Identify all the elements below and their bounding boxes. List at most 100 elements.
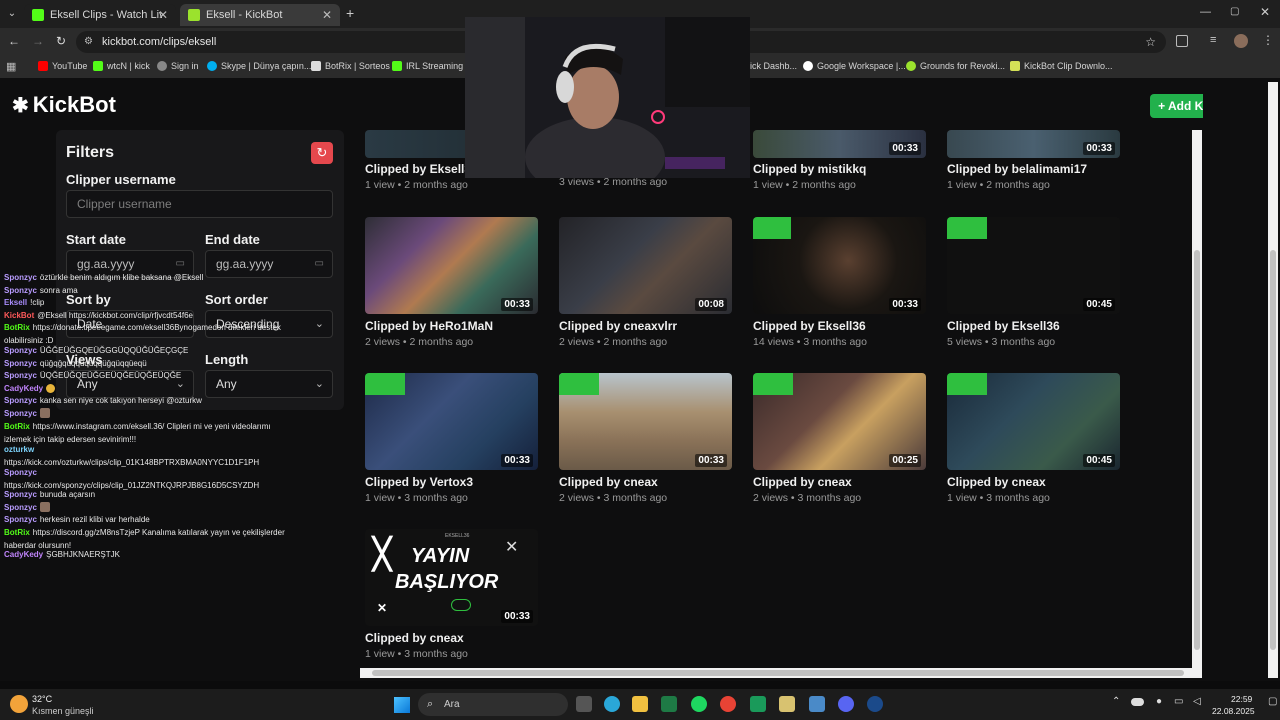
network-icon[interactable]: ▭ <box>1174 696 1183 707</box>
reset-filters-button[interactable]: ↻ <box>311 142 333 164</box>
browser-menu-icon[interactable]: ⋮ <box>1262 33 1274 47</box>
clock-date[interactable]: 22.08.2025 <box>1212 706 1255 716</box>
clip-duration: 00:33 <box>501 298 533 311</box>
clip-card[interactable]: 00:33 Clipped by mistikkq 1 view • 2 mon… <box>753 130 926 191</box>
bookmark-kickbot-downloader[interactable]: KickBot Clip Downlo... <box>1010 61 1113 71</box>
excel-icon[interactable] <box>661 696 677 712</box>
clip-thumbnail[interactable]: 00:45 <box>947 217 1120 314</box>
clipper-username-input[interactable]: Clipper username <box>66 190 333 218</box>
bookmark-google-workspace[interactable]: Google Workspace |... <box>803 61 906 71</box>
chat-message: CadyKedy <box>4 383 294 396</box>
clip-thumbnail[interactable]: 00:33 <box>753 130 926 158</box>
new-tab-icon[interactable]: + <box>346 5 354 21</box>
clip-thumbnail[interactable]: 00:33 <box>365 217 538 314</box>
minimize-icon[interactable]: — <box>1200 6 1211 18</box>
onedrive-icon[interactable] <box>1131 698 1144 706</box>
weather-temp[interactable]: 32°C <box>32 694 52 704</box>
content-vertical-scroll-thumb[interactable] <box>1194 250 1200 650</box>
page-vertical-scroll-thumb[interactable] <box>1270 250 1276 650</box>
chat-message: KickBot @Eksell https://kickbot.com/clip/… <box>4 310 193 320</box>
controller-icon <box>451 599 471 611</box>
clip-thumbnail[interactable]: ╳ ✕ EKSELL36 YAYIN BAŞLIYOR ✕ 00:33 <box>365 529 538 626</box>
microphone-icon[interactable]: ● <box>1156 696 1162 707</box>
clip-card[interactable]: 00:33 Clipped by belalimami17 1 view • 2… <box>947 130 1120 191</box>
chrome-icon[interactable] <box>720 696 736 712</box>
clip-title[interactable]: Clipped by mistikkq <box>753 162 926 176</box>
back-icon[interactable]: ← <box>8 34 20 48</box>
bookmark-irl-streaming[interactable]: IRL Streaming - L <box>392 61 476 71</box>
clip-card[interactable]: 00:33 Clipped by Vertox3 1 view • 3 mont… <box>365 373 538 504</box>
discord-icon[interactable] <box>838 696 854 712</box>
clip-title[interactable]: Clipped by cneax <box>559 475 732 489</box>
clip-thumbnail[interactable]: 00:33 <box>753 217 926 314</box>
clip-thumbnail[interactable]: 00:45 <box>947 373 1120 470</box>
bookmark-skype[interactable]: Skype | Dünya çapın... <box>207 61 311 71</box>
bookmark-grounds[interactable]: Grounds for Revoki... <box>906 61 1005 71</box>
reload-icon[interactable]: ↻ <box>56 34 66 48</box>
extensions-icon[interactable] <box>1176 35 1188 47</box>
clip-thumbnail[interactable]: 00:33 <box>947 130 1120 158</box>
bookmark-youtube[interactable]: YouTube <box>38 61 87 71</box>
tab-kick-clips[interactable]: Eksell Clips - Watch Live on Kick ✕ <box>24 4 176 26</box>
clip-card[interactable]: 00:33 Clipped by cneax 2 views • 3 month… <box>559 373 732 504</box>
site-info-icon[interactable]: ⚙ <box>84 31 93 53</box>
clip-card[interactable]: 00:45 Clipped by Eksell36 5 views • 3 mo… <box>947 217 1120 348</box>
kickbot-logo[interactable]: ✱ KickBot <box>12 92 116 118</box>
bookmark-sign-in[interactable]: Sign in <box>157 61 199 71</box>
file-explorer-icon[interactable] <box>632 696 648 712</box>
close-tab-icon[interactable]: ✕ <box>322 8 332 22</box>
weather-icon[interactable] <box>10 695 28 713</box>
tray-chevron-icon[interactable]: ⌃ <box>1112 696 1120 707</box>
tab-kickbot[interactable]: Eksell - KickBot ✕ <box>180 4 340 26</box>
clip-title[interactable]: Clipped by Vertox3 <box>365 475 538 489</box>
bookmark-kick-dashboard[interactable]: ick Dashb... <box>750 61 797 71</box>
forward-icon[interactable]: → <box>32 34 44 48</box>
clip-thumbnail[interactable]: 00:08 <box>559 217 732 314</box>
clip-card[interactable]: 00:25 Clipped by cneax 2 views • 3 month… <box>753 373 926 504</box>
app-icon[interactable] <box>779 696 795 712</box>
profile-avatar[interactable] <box>1234 34 1248 48</box>
clip-thumbnail[interactable]: 00:25 <box>753 373 926 470</box>
promo-line1: YAYIN <box>411 545 470 567</box>
edge-icon[interactable] <box>604 696 620 712</box>
steam-icon[interactable] <box>867 696 883 712</box>
close-tab-icon[interactable]: ✕ <box>158 8 168 22</box>
kick-app-icon[interactable] <box>750 696 766 712</box>
settings-app-icon[interactable] <box>809 696 825 712</box>
calendar-icon[interactable]: ▭ <box>315 251 324 277</box>
clip-title[interactable]: Clipped by cneax <box>753 475 926 489</box>
close-window-icon[interactable]: ✕ <box>1260 5 1270 19</box>
clip-title[interactable]: Clipped by cneaxvlrr <box>559 319 732 333</box>
tab-list-menu-icon[interactable]: ⌄ <box>4 6 20 22</box>
notification-icon[interactable]: ▢ <box>1268 696 1277 707</box>
bookmark-star-icon[interactable]: ☆ <box>1145 31 1156 53</box>
volume-icon[interactable]: ◁ <box>1193 696 1201 707</box>
clip-meta: 1 view • 2 months ago <box>365 179 468 191</box>
clip-card[interactable]: 00:45 Clipped by cneax 1 view • 3 months… <box>947 373 1120 504</box>
restore-icon[interactable]: ▢ <box>1230 6 1239 17</box>
apps-grid-icon[interactable]: ▦ <box>6 60 16 73</box>
bookmark-botrix[interactable]: BotRix | Sorteos <box>311 61 390 71</box>
clip-thumbnail[interactable]: 00:33 <box>559 373 732 470</box>
clip-title[interactable]: Clipped by belalimami17 <box>947 162 1120 176</box>
content-horizontal-scroll-thumb[interactable] <box>372 670 1184 676</box>
grounds-icon <box>906 61 916 71</box>
clip-title[interactable]: Clipped by cneax <box>947 475 1120 489</box>
clock-time[interactable]: 22:59 <box>1231 694 1252 704</box>
spotify-icon[interactable] <box>691 696 707 712</box>
clip-title[interactable]: Clipped by cneax <box>365 631 538 645</box>
clip-card[interactable]: 00:33 Clipped by Eksell36 14 views • 3 m… <box>753 217 926 348</box>
clip-title[interactable]: Clipped by Eksell36 <box>753 319 926 333</box>
start-menu-icon[interactable] <box>394 697 410 713</box>
clip-title[interactable]: Clipped by HeRo1MaN <box>365 319 538 333</box>
taskbar-search-input[interactable]: ⌕ Ara <box>418 693 568 716</box>
clip-card[interactable]: ╳ ✕ EKSELL36 YAYIN BAŞLIYOR ✕ 00:33 Clip… <box>365 529 538 660</box>
bookmark-wtcn-kick[interactable]: wtcN | kick <box>93 61 150 71</box>
clip-card[interactable]: 00:33 Clipped by HeRo1MaN 2 views • 2 mo… <box>365 217 538 348</box>
reading-list-icon[interactable]: ≡ <box>1210 34 1216 46</box>
task-view-icon[interactable] <box>576 696 592 712</box>
clip-thumbnail[interactable]: 00:33 <box>365 373 538 470</box>
clip-title[interactable]: Clipped by Eksell36 <box>947 319 1120 333</box>
clip-meta: 1 view • 3 months ago <box>365 648 468 660</box>
clip-card[interactable]: 00:08 Clipped by cneaxvlrr 2 views • 2 m… <box>559 217 732 348</box>
